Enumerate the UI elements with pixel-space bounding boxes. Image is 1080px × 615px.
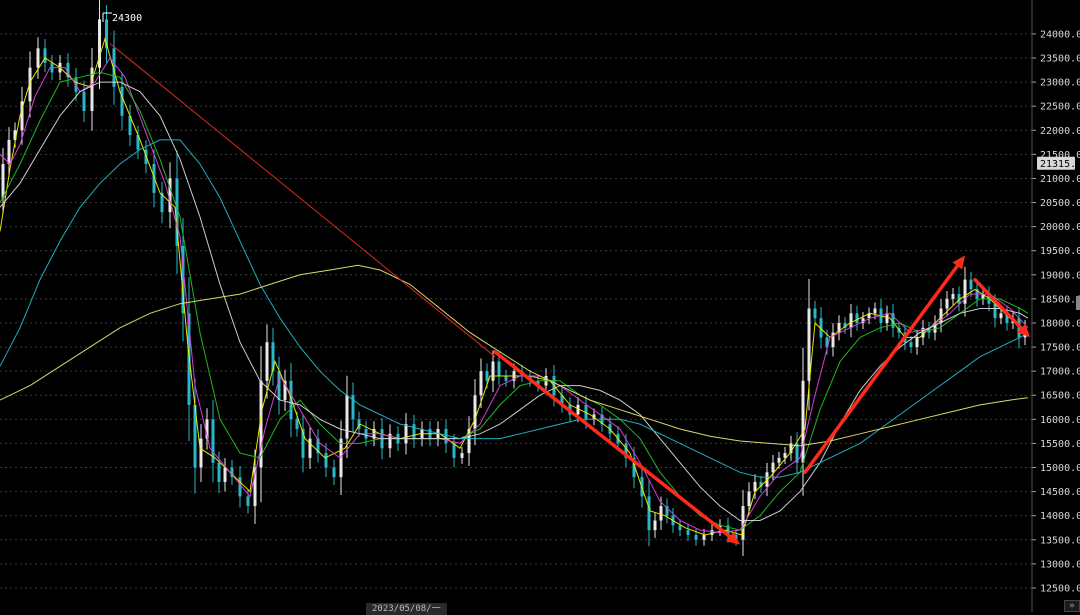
candle-body: [747, 491, 751, 507]
y-tick-label: 21000.0: [1040, 174, 1080, 185]
y-tick-label: 15500.0: [1040, 439, 1080, 450]
candle-body: [473, 395, 477, 429]
current-price-tag: 21315.0: [1037, 156, 1080, 170]
candle-body: [485, 371, 489, 381]
y-tick-label: 15000.0: [1040, 463, 1080, 474]
moving-average-line: [0, 264, 1029, 447]
candle-body: [694, 534, 698, 540]
candle-body: [999, 313, 1003, 319]
y-tick-label: 18500.0: [1040, 294, 1080, 305]
y-tick-label: 13000.0: [1040, 559, 1080, 570]
candle-body: [295, 419, 299, 429]
candle-body: [332, 467, 336, 478]
candle-body: [807, 308, 811, 381]
candle-body: [686, 530, 690, 535]
candle-body: [771, 462, 775, 473]
candle-body: [653, 520, 657, 531]
candle-body: [452, 443, 456, 458]
y-tick-label: 23000.0: [1040, 78, 1080, 89]
candle-body: [855, 313, 859, 323]
candle-body: [265, 342, 269, 381]
moving-average-line: [0, 81, 1029, 521]
high-marker: 24300: [102, 12, 142, 24]
y-tick-label: 12500.0: [1040, 583, 1080, 594]
candle-body: [82, 91, 86, 111]
moving-average-line: [0, 57, 1029, 534]
price-axis: 24000.023500.023000.022500.022000.021500…: [1031, 0, 1080, 612]
candle-body: [813, 308, 817, 319]
candle-body: [945, 298, 949, 309]
y-tick-label: 22000.0: [1040, 126, 1080, 137]
y-tick-label: 14000.0: [1040, 511, 1080, 522]
trend-arrow-shaft: [973, 277, 1023, 330]
trend-arrow-shaft: [493, 350, 732, 539]
candle-body: [199, 438, 203, 468]
grid-lines: [0, 33, 1032, 589]
moving-average-line: [0, 71, 1029, 531]
candle-body: [238, 477, 242, 497]
y-tick-label: 24000.0: [1040, 29, 1080, 40]
candle-body: [479, 371, 483, 396]
crosshair-date-tag: 2023/05/08/一: [366, 603, 447, 615]
candle-body: [324, 453, 328, 468]
candle-body: [491, 361, 495, 381]
candle-body: [915, 337, 919, 348]
candle-body: [223, 467, 227, 482]
moving-averages: [0, 36, 1029, 536]
y-tick-label: 13500.0: [1040, 535, 1080, 546]
candles: [1, 0, 1027, 556]
candle-body: [951, 294, 955, 299]
candle-body: [659, 506, 663, 521]
candle-body: [404, 424, 408, 444]
candle-body: [497, 361, 501, 376]
y-tick-label: 14500.0: [1040, 487, 1080, 498]
candle-body: [168, 178, 172, 213]
candle-body: [120, 86, 124, 116]
candle-body: [412, 424, 416, 439]
moving-average-line: [0, 36, 1029, 536]
candle-body: [217, 462, 221, 482]
candle-body: [246, 496, 250, 507]
trend-arrow-shaft: [803, 264, 960, 475]
candle-body: [702, 534, 706, 540]
y-tick-label: 22500.0: [1040, 102, 1080, 113]
y-tick-label: 23500.0: [1040, 53, 1080, 64]
high-marker-label: 24300: [112, 13, 142, 24]
candle-body: [849, 313, 853, 328]
y-tick-label: 20500.0: [1040, 198, 1080, 209]
y-tick-label: 18000.0: [1040, 318, 1080, 329]
candle-body: [969, 279, 973, 290]
candle-body: [7, 139, 11, 164]
y-tick-label: 19000.0: [1040, 270, 1080, 281]
candle-body: [777, 457, 781, 463]
candle-body: [993, 303, 997, 319]
candle-body: [1, 163, 5, 198]
candle-body: [647, 496, 651, 531]
candle-body: [43, 48, 47, 63]
candle-body: [460, 453, 464, 458]
candle-body: [345, 395, 349, 439]
candle-body: [504, 375, 508, 381]
y-tick-label: 17000.0: [1040, 367, 1080, 378]
y-tick-label: 20000.0: [1040, 222, 1080, 233]
candle-body: [308, 438, 312, 458]
y-tick-label: 19500.0: [1040, 246, 1080, 257]
y-tick-label: 17500.0: [1040, 343, 1080, 354]
current-price-label: 21315.0: [1040, 159, 1080, 170]
candle-body: [444, 428, 448, 444]
candle-body: [36, 48, 40, 68]
y-tick-label: 16000.0: [1040, 415, 1080, 426]
axis-resize-handle[interactable]: [1076, 296, 1080, 310]
candlestick-chart[interactable]: 24000.023500.023000.022500.022000.021500…: [0, 0, 1080, 612]
candle-body: [909, 342, 913, 348]
scroll-right-button[interactable]: »: [1064, 600, 1080, 612]
y-tick-label: 16500.0: [1040, 391, 1080, 402]
candle-body: [678, 525, 682, 531]
candle-body: [873, 308, 877, 314]
